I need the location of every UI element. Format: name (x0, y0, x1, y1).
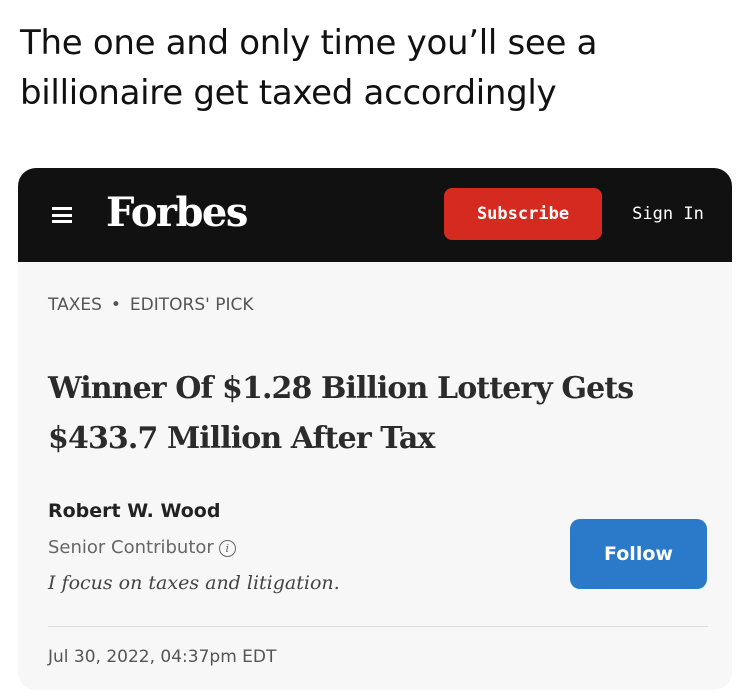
tag-separator: • (110, 295, 121, 315)
info-circle-icon[interactable]: i (218, 540, 236, 557)
sign-in-link[interactable]: Sign In (626, 188, 710, 240)
top-navbar: Forbes Subscribe Sign In (18, 168, 732, 262)
caption-line-1: The one and only time you’ll see a (20, 23, 598, 63)
author-bio: I focus on taxes and litigation. (48, 572, 340, 594)
follow-button[interactable]: Follow (570, 519, 707, 589)
author-role: Senior Contributor i (48, 535, 236, 561)
headline-line-2: $433.7 Million After Tax (48, 421, 435, 456)
subscribe-button[interactable]: Subscribe (444, 188, 602, 240)
caption-line-2: billionaire get taxed accordingly (20, 73, 557, 113)
publish-date: Jul 30, 2022, 04:37pm EDT (48, 647, 277, 667)
forbes-logo[interactable]: Forbes (106, 188, 248, 238)
article-headline: Winner Of $1.28 Billion Lottery Gets $43… (48, 364, 718, 464)
headline-line-1: Winner Of $1.28 Billion Lottery Gets (48, 371, 634, 406)
tag-taxes[interactable]: TAXES (48, 295, 102, 315)
author-role-label: Senior Contributor (48, 537, 214, 558)
article-tags: TAXES • EDITORS' PICK (48, 293, 253, 317)
tag-editors-pick[interactable]: EDITORS' PICK (130, 295, 254, 315)
meme-caption: The one and only time you’ll see a billi… (20, 18, 730, 118)
divider (48, 626, 708, 627)
author-name[interactable]: Robert W. Wood (48, 498, 220, 524)
hamburger-menu-icon[interactable] (52, 207, 72, 223)
article-card: Forbes Subscribe Sign In TAXES • EDITORS' … (18, 168, 732, 690)
